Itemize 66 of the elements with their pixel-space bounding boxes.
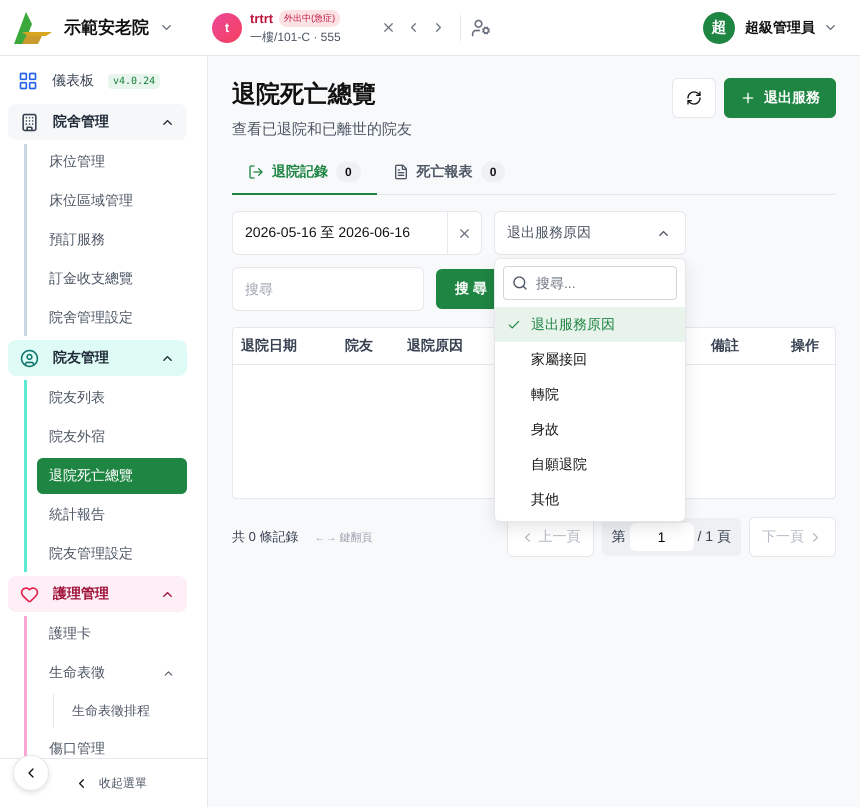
exit-service-button[interactable]: 退出服務 xyxy=(724,78,836,118)
nav-item[interactable]: 床位管理 xyxy=(37,144,187,180)
logo-icon xyxy=(12,10,54,46)
nav-item[interactable]: 床位區域管理 xyxy=(37,183,187,219)
page-label: 第 xyxy=(612,528,626,546)
keyboard-hint: ←→ 鍵翻頁 xyxy=(314,530,374,544)
user-circle-icon xyxy=(20,348,39,368)
grid-icon xyxy=(18,71,38,91)
nav-item[interactable]: 院友列表 xyxy=(37,380,187,416)
tab[interactable]: 死亡報表 0 xyxy=(376,151,522,195)
plus-icon xyxy=(740,90,756,106)
resident-avatar: t xyxy=(212,12,242,42)
nav-item[interactable]: 統計報告 xyxy=(37,497,187,533)
page-label: / 1 頁 xyxy=(698,528,731,546)
nav-item[interactable]: 預訂服務 xyxy=(37,222,187,258)
column-header: 退院日期 xyxy=(241,337,298,355)
refresh-icon xyxy=(686,90,702,106)
menu-option[interactable]: 退出服務原因 xyxy=(495,307,685,342)
nav-group-header[interactable]: 護理管理 xyxy=(8,576,187,612)
count-badge: 0 xyxy=(336,162,361,182)
column-header: 退院原因 xyxy=(407,337,464,355)
nav-group-header[interactable]: 院友管理 xyxy=(8,340,187,376)
user-settings-icon[interactable] xyxy=(470,18,491,38)
refresh-button[interactable] xyxy=(672,78,716,118)
page-subtitle: 查看已退院和已離世的院友 xyxy=(232,120,413,139)
resident-name: trtrt xyxy=(250,10,274,26)
nav-item[interactable]: 生命表徵 xyxy=(37,655,187,691)
date-range-field[interactable]: 2026-05-16 至 2026-06-16 xyxy=(232,211,482,255)
nav-group-header[interactable]: 院舍管理 xyxy=(8,104,187,140)
search-field[interactable]: 搜尋 xyxy=(232,267,424,311)
menu-option[interactable]: 家屬接回 xyxy=(495,342,685,377)
user-avatar: 超 xyxy=(703,12,735,44)
nav-item[interactable]: 訂金收支總覽 xyxy=(37,261,187,297)
nav-item[interactable]: 儀表板 xyxy=(52,72,94,90)
nav-item[interactable]: 院友管理設定 xyxy=(37,536,187,572)
menu-option[interactable]: 其他 xyxy=(495,482,685,517)
record-count: 共 0 條記錄 xyxy=(232,528,298,546)
menu-search-field[interactable]: 搜尋... xyxy=(503,266,677,300)
nav-item[interactable]: 院友外宿 xyxy=(37,419,187,455)
nav-item[interactable]: 生命表徵排程 xyxy=(60,694,187,728)
org-name: 示範安老院 xyxy=(64,17,149,39)
version-badge: v4.0.24 xyxy=(108,74,160,88)
nav-item[interactable]: 傷口管理 xyxy=(37,731,187,758)
building-icon xyxy=(20,112,39,132)
page-field[interactable]: 1 xyxy=(630,523,694,551)
document-icon xyxy=(392,164,409,180)
status-badge: 外出中(急症) xyxy=(279,10,340,26)
menu-option[interactable]: 身故 xyxy=(495,412,685,447)
nav-item[interactable]: 院舍管理設定 xyxy=(37,300,187,336)
search-icon xyxy=(512,275,528,291)
menu-option[interactable]: 轉院 xyxy=(495,377,685,412)
column-header: 操作 xyxy=(791,337,820,355)
nav-item[interactable]: 護理卡 xyxy=(37,616,187,652)
menu-option[interactable]: 自願退院 xyxy=(495,447,685,482)
collapse-menu-button[interactable]: 收起選單 xyxy=(68,774,153,792)
heart-icon xyxy=(20,584,39,604)
user-name[interactable]: 超級管理員 xyxy=(745,18,815,36)
nav-item[interactable]: 退院死亡總覽 xyxy=(37,458,187,494)
page-title: 退院死亡總覽 xyxy=(232,80,377,110)
reason-select[interactable]: 退出服務原因 xyxy=(494,211,686,255)
column-header: 備註 xyxy=(711,337,740,355)
exit-icon xyxy=(248,164,264,180)
tab[interactable]: 退院記錄 0 xyxy=(232,151,377,195)
column-header: 院友 xyxy=(345,337,374,355)
count-badge: 0 xyxy=(480,162,506,182)
resident-location: 一樓/101-C · 555 xyxy=(250,28,341,46)
